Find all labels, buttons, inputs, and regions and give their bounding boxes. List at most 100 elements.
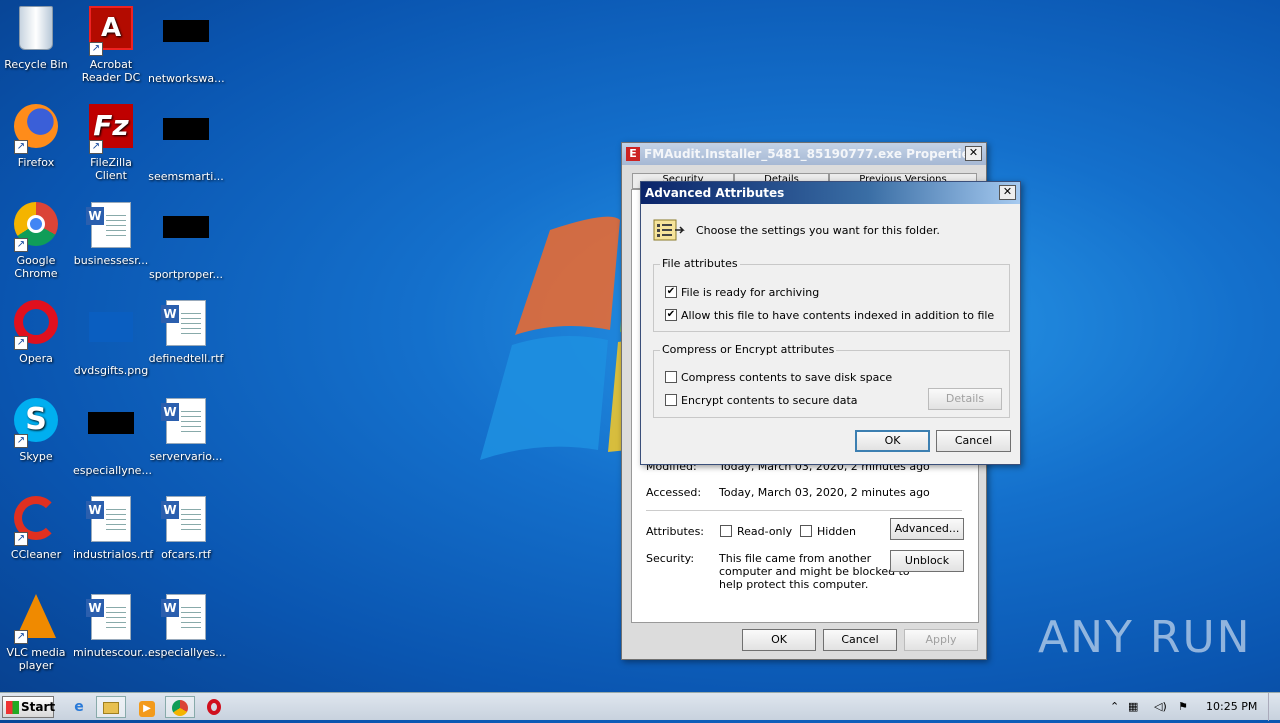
shortcut-arrow-icon: ↗	[14, 336, 28, 350]
desktop-icon-label: Firefox	[17, 156, 55, 169]
anyrun-watermark: ANY RUN	[1038, 612, 1252, 663]
desktop-icon-chrome[interactable]: ↗ Google Chrome	[0, 202, 74, 280]
unblock-button[interactable]: Unblock	[890, 550, 964, 572]
encrypt-label: Encrypt contents to secure data	[681, 394, 858, 407]
word-doc-icon: W	[161, 300, 210, 348]
accessed-value: Today, March 03, 2020, 2 minutes ago	[719, 486, 930, 499]
desktop-icon-label: FileZilla Client	[90, 156, 132, 182]
properties-cancel-button[interactable]: Cancel	[823, 629, 897, 651]
shortcut-arrow-icon: ↗	[14, 238, 28, 252]
word-doc-icon: W	[161, 594, 210, 642]
desktop-icon-label: definedtell.rtf	[148, 352, 224, 365]
desktop-icon-label: Recycle Bin	[4, 58, 68, 71]
desktop-icon-opera[interactable]: ↗ Opera	[0, 300, 74, 365]
file-explorer-icon[interactable]	[96, 696, 126, 718]
word-doc-icon: W	[86, 202, 135, 250]
shortcut-arrow-icon: ↗	[14, 140, 28, 154]
advanced-close-button[interactable]: ✕	[999, 185, 1016, 200]
media-player-icon[interactable]: ▶	[132, 696, 162, 718]
shortcut-arrow-icon: ↗	[14, 434, 28, 448]
desktop-icon-firefox[interactable]: ↗ Firefox	[0, 104, 74, 169]
firefox-icon: ↗	[12, 104, 60, 154]
volume-icon[interactable]: ◁)	[1154, 693, 1167, 721]
advanced-ok-button[interactable]: OK	[855, 430, 930, 452]
desktop-icon-word-doc[interactable]: Windustrialos.rtf	[73, 496, 153, 561]
encrypt-checkbox[interactable]	[665, 394, 677, 406]
redacted-icon	[162, 216, 210, 264]
word-doc-icon: W	[161, 398, 210, 446]
taskbar: Start e ▶ ⌃ ▦ ◁) ⚑ 10:25 PM	[0, 692, 1280, 721]
details-button[interactable]: Details	[928, 388, 1002, 410]
desktop-icon-redacted[interactable]: especiallyne...	[73, 398, 152, 477]
internet-explorer-icon[interactable]: e	[64, 696, 94, 718]
security-text-line-2: computer and might be blocked to	[719, 565, 910, 578]
filezilla-icon: Fz ↗	[87, 104, 135, 154]
desktop-icon-redacted[interactable]: networkswa...	[148, 6, 225, 85]
compress-label: Compress contents to save disk space	[681, 371, 893, 384]
desktop-icon-label: minutescour...	[73, 646, 152, 659]
desktop-icon-word-doc[interactable]: Wminutescour...	[73, 594, 152, 659]
desktop-icon-word-doc[interactable]: Wservervario...	[148, 398, 224, 463]
word-doc-icon: W	[86, 594, 135, 642]
hidden-label: Hidden	[817, 525, 857, 538]
advanced-button[interactable]: Advanced...	[890, 518, 964, 540]
desktop-icon-label: especiallyne...	[73, 464, 152, 477]
compress-encrypt-group-title: Compress or Encrypt attributes	[660, 343, 837, 356]
chrome-taskbar-icon[interactable]	[165, 696, 195, 718]
desktop-icon-redacted[interactable]: seemsmarti...	[148, 104, 224, 183]
desktop-icon-acrobat[interactable]: A ↗ Acrobat Reader DC	[73, 6, 149, 84]
shortcut-arrow-icon: ↗	[14, 532, 28, 546]
desktop-icon-word-doc[interactable]: Wespeciallyes...	[148, 594, 226, 659]
show-desktop-button[interactable]	[1268, 693, 1280, 721]
action-center-flag-icon[interactable]: ⚑	[1178, 693, 1188, 721]
clock[interactable]: 10:25 PM	[1206, 693, 1257, 721]
desktop-icon-label: servervario...	[149, 450, 223, 463]
properties-close-button[interactable]: ✕	[965, 146, 982, 161]
desktop-icon-label: seemsmarti...	[148, 170, 224, 183]
compress-checkbox[interactable]	[665, 371, 677, 383]
advanced-titlebar[interactable]: Advanced Attributes ✕	[641, 182, 1020, 204]
desktop-icon-label: especiallyes...	[148, 646, 226, 659]
desktop-icon-recycle-bin[interactable]: Recycle Bin	[0, 6, 74, 71]
desktop-icon-label: Acrobat Reader DC	[81, 58, 141, 84]
desktop-icon-png-file[interactable]: dvdsgifts.png	[73, 300, 149, 377]
shortcut-arrow-icon: ↗	[14, 630, 28, 644]
chrome-icon: ↗	[12, 202, 60, 252]
opera-taskbar-icon[interactable]	[199, 696, 229, 718]
desktop-icon-label: ofcars.rtf	[161, 548, 211, 561]
redacted-icon	[162, 20, 210, 68]
desktop-icon-word-doc[interactable]: Wdefinedtell.rtf	[148, 300, 224, 365]
desktop-icon-label: dvdsgifts.png	[73, 364, 149, 377]
readonly-checkbox[interactable]	[720, 525, 732, 537]
security-text-line-3: help protect this computer.	[719, 578, 869, 591]
properties-titlebar[interactable]: E FMAudit.Installer_5481_85190777.exe Pr…	[622, 143, 986, 165]
ccleaner-icon: ↗	[12, 496, 60, 546]
file-attributes-group: File attributes ✔ File is ready for arch…	[653, 257, 1010, 332]
tray-expand-icon[interactable]: ⌃	[1110, 693, 1119, 721]
desktop-icon-label: VLC media player	[6, 646, 66, 672]
redacted-icon	[162, 118, 210, 166]
desktop-icon-skype[interactable]: S ↗ Skype	[0, 398, 74, 463]
desktop-icon-word-doc[interactable]: Wofcars.rtf	[148, 496, 224, 561]
desktop-icon-word-doc[interactable]: Wbusinessesr...	[73, 202, 149, 267]
properties-apply-button[interactable]: Apply	[904, 629, 978, 651]
archive-checkbox[interactable]: ✔	[665, 286, 677, 298]
start-button[interactable]: Start	[2, 696, 55, 718]
folder-attributes-icon	[653, 219, 685, 241]
index-label: Allow this file to have contents indexed…	[681, 309, 995, 322]
desktop-icon-redacted[interactable]: sportproper...	[148, 202, 224, 281]
desktop-icon-label: networkswa...	[148, 72, 225, 85]
properties-ok-button[interactable]: OK	[742, 629, 816, 651]
desktop-icon-label: Google Chrome	[14, 254, 58, 280]
archive-label: File is ready for archiving	[681, 286, 820, 299]
desktop-icon-ccleaner[interactable]: ↗ CCleaner	[0, 496, 74, 561]
desktop-icon-filezilla[interactable]: Fz ↗ FileZilla Client	[73, 104, 149, 182]
desktop-icon-vlc[interactable]: ↗ VLC media player	[0, 594, 74, 672]
exe-app-icon: E	[626, 147, 640, 161]
network-icon[interactable]: ▦	[1128, 693, 1138, 721]
desktop-icon-label: businessesr...	[73, 254, 149, 267]
accessed-label: Accessed:	[646, 486, 702, 499]
advanced-cancel-button[interactable]: Cancel	[936, 430, 1011, 452]
hidden-checkbox[interactable]	[800, 525, 812, 537]
index-checkbox[interactable]: ✔	[665, 309, 677, 321]
